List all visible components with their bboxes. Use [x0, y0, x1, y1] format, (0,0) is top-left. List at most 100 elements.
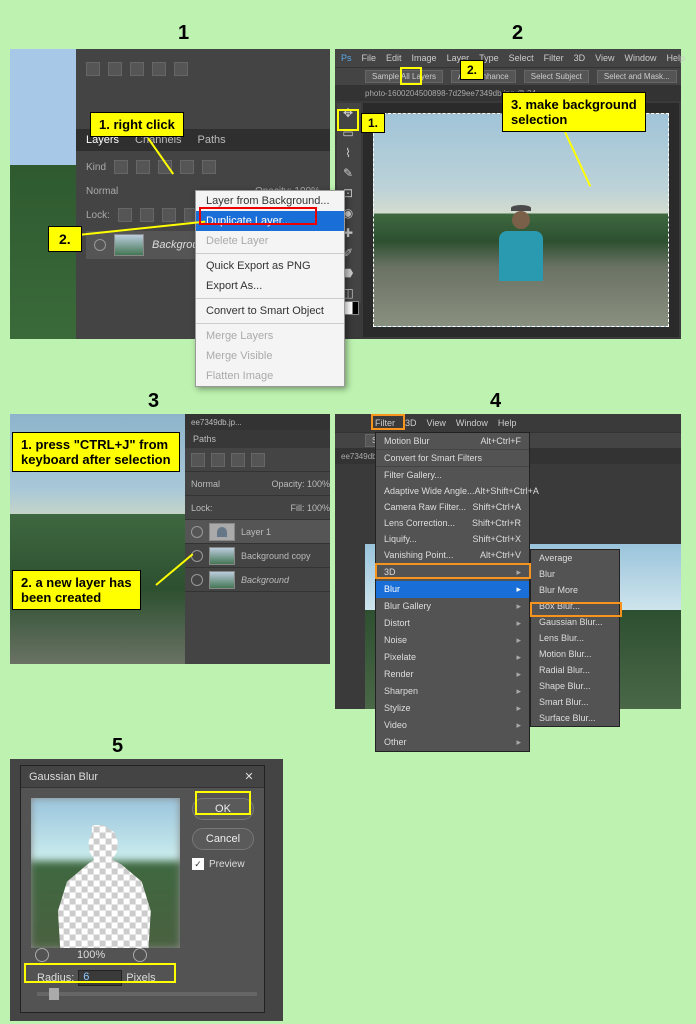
blur-shape[interactable]: Shape Blur...: [531, 678, 619, 694]
ctx-convert-smart[interactable]: Convert to Smart Object: [196, 301, 344, 321]
callout-step2: 2.: [48, 226, 82, 252]
filter-liquify[interactable]: Liquify...Shift+Ctrl+X: [376, 531, 529, 547]
menu-view[interactable]: View: [595, 53, 614, 63]
panel-4: Filter 3D View Window Help Select Subjec…: [335, 414, 681, 709]
filter-icon[interactable]: [202, 160, 216, 174]
blend-mode[interactable]: Normal: [191, 479, 220, 489]
layer-thumbnail: [114, 234, 144, 256]
cancel-button[interactable]: Cancel: [192, 828, 254, 850]
ctx-quick-export[interactable]: Quick Export as PNG: [196, 256, 344, 276]
document-tab[interactable]: ee7349db.jp...: [185, 414, 330, 430]
lasso-tool-icon[interactable]: ⌇: [337, 143, 359, 163]
opt-select-mask[interactable]: Select and Mask...: [597, 70, 677, 83]
tab-paths[interactable]: Paths: [198, 134, 226, 146]
blur-motion[interactable]: Motion Blur...: [531, 646, 619, 662]
menu-filter[interactable]: Filter: [544, 53, 564, 63]
menu-help[interactable]: Help: [498, 418, 517, 428]
blur-average[interactable]: Average: [531, 550, 619, 566]
lock-icon[interactable]: [140, 208, 154, 222]
highlight-radius: [24, 963, 176, 983]
callout-p2-3: 3. make background selection: [502, 92, 646, 132]
callout-p3-1: 1. press "CTRL+J" from keyboard after se…: [12, 432, 180, 472]
filter-blur[interactable]: Blur: [376, 581, 529, 598]
visibility-icon[interactable]: [191, 574, 203, 586]
option-icon: [86, 62, 100, 76]
blend-mode[interactable]: Normal: [86, 186, 118, 197]
lock-icon[interactable]: [118, 208, 132, 222]
menu-view[interactable]: View: [427, 418, 446, 428]
filter-icon[interactable]: [180, 160, 194, 174]
filter-camera-raw[interactable]: Camera Raw Filter...Shift+Ctrl+A: [376, 499, 529, 515]
menu-select[interactable]: Select: [509, 53, 534, 63]
filter-icon[interactable]: [191, 453, 205, 467]
canvas[interactable]: [363, 103, 679, 337]
visibility-icon[interactable]: [94, 239, 106, 251]
layer-row-layer1[interactable]: Layer 1: [185, 520, 330, 544]
lock-icon[interactable]: [162, 208, 176, 222]
filter-icon[interactable]: [211, 453, 225, 467]
blur-lens[interactable]: Lens Blur...: [531, 630, 619, 646]
fill-label: Fill: 100%: [290, 503, 330, 513]
preview-label: Preview: [209, 859, 245, 870]
blur-surface[interactable]: Surface Blur...: [531, 710, 619, 726]
filter-noise[interactable]: Noise: [376, 632, 529, 649]
option-icon: [108, 62, 122, 76]
layer-name: Background: [241, 575, 289, 585]
preview-thumbnail: [31, 798, 180, 948]
filter-lens-correction[interactable]: Lens Correction...Shift+Ctrl+R: [376, 515, 529, 531]
blur-blur[interactable]: Blur: [531, 566, 619, 582]
filter-adaptive[interactable]: Adaptive Wide Angle...Alt+Shift+Ctrl+A: [376, 483, 529, 499]
filter-distort[interactable]: Distort: [376, 615, 529, 632]
canvas-photo: [10, 49, 76, 339]
ctx-export-as[interactable]: Export As...: [196, 276, 344, 296]
filter-convert-smart[interactable]: Convert for Smart Filters: [376, 450, 529, 466]
quick-select-tool-icon[interactable]: ✎: [337, 163, 359, 183]
separator: [196, 298, 344, 299]
checkbox-icon[interactable]: ✓: [192, 858, 204, 870]
filter-icon[interactable]: [231, 453, 245, 467]
filter-vanishing[interactable]: Vanishing Point...Alt+Ctrl+V: [376, 547, 529, 563]
opt-select-subject[interactable]: Select Subject: [524, 70, 589, 83]
filter-video[interactable]: Video: [376, 717, 529, 734]
highlight-ok: [195, 791, 251, 815]
zoom-in-icon[interactable]: [133, 948, 147, 962]
blur-radial[interactable]: Radial Blur...: [531, 662, 619, 678]
zoom-out-icon[interactable]: [35, 948, 49, 962]
visibility-icon[interactable]: [191, 550, 203, 562]
dialog-title: Gaussian Blur: [29, 771, 98, 783]
blur-smart[interactable]: Smart Blur...: [531, 694, 619, 710]
filter-blur-gallery[interactable]: Blur Gallery: [376, 598, 529, 615]
filter-last[interactable]: Motion BlurAlt+Ctrl+F: [376, 433, 529, 449]
filter-pixelate[interactable]: Pixelate: [376, 649, 529, 666]
blur-more[interactable]: Blur More: [531, 582, 619, 598]
layer-row-bg[interactable]: Background: [185, 568, 330, 592]
menu-window[interactable]: Window: [624, 53, 656, 63]
filter-gallery[interactable]: Filter Gallery...: [376, 467, 529, 483]
menu-image[interactable]: Image: [412, 53, 437, 63]
layer-name: Background copy: [241, 551, 311, 561]
tab-paths[interactable]: Paths: [193, 434, 216, 444]
filter-icon[interactable]: [114, 160, 128, 174]
filter-icon[interactable]: [251, 453, 265, 467]
filter-stylize[interactable]: Stylize: [376, 700, 529, 717]
menu-3d[interactable]: 3D: [574, 53, 586, 63]
radius-slider[interactable]: [37, 992, 257, 996]
filter-render[interactable]: Render: [376, 666, 529, 683]
ctx-merge-visible: Merge Visible: [196, 346, 344, 366]
highlight-tool: [337, 109, 359, 131]
menu-window[interactable]: Window: [456, 418, 488, 428]
highlight-filter-menu: [371, 414, 405, 430]
close-icon[interactable]: ✕: [242, 770, 256, 784]
highlight-gaussian: [530, 602, 622, 617]
layer-row-bgcopy[interactable]: Background copy: [185, 544, 330, 568]
step-number-3: 3: [148, 390, 159, 413]
menu-file[interactable]: File: [362, 53, 377, 63]
menu-help[interactable]: Help: [667, 53, 686, 63]
filter-icon[interactable]: [136, 160, 150, 174]
preview-checkbox-row[interactable]: ✓ Preview: [192, 858, 254, 870]
menu-3d[interactable]: 3D: [405, 418, 417, 428]
visibility-icon[interactable]: [191, 526, 203, 538]
filter-other[interactable]: Other: [376, 734, 529, 751]
menu-edit[interactable]: Edit: [386, 53, 402, 63]
filter-sharpen[interactable]: Sharpen: [376, 683, 529, 700]
